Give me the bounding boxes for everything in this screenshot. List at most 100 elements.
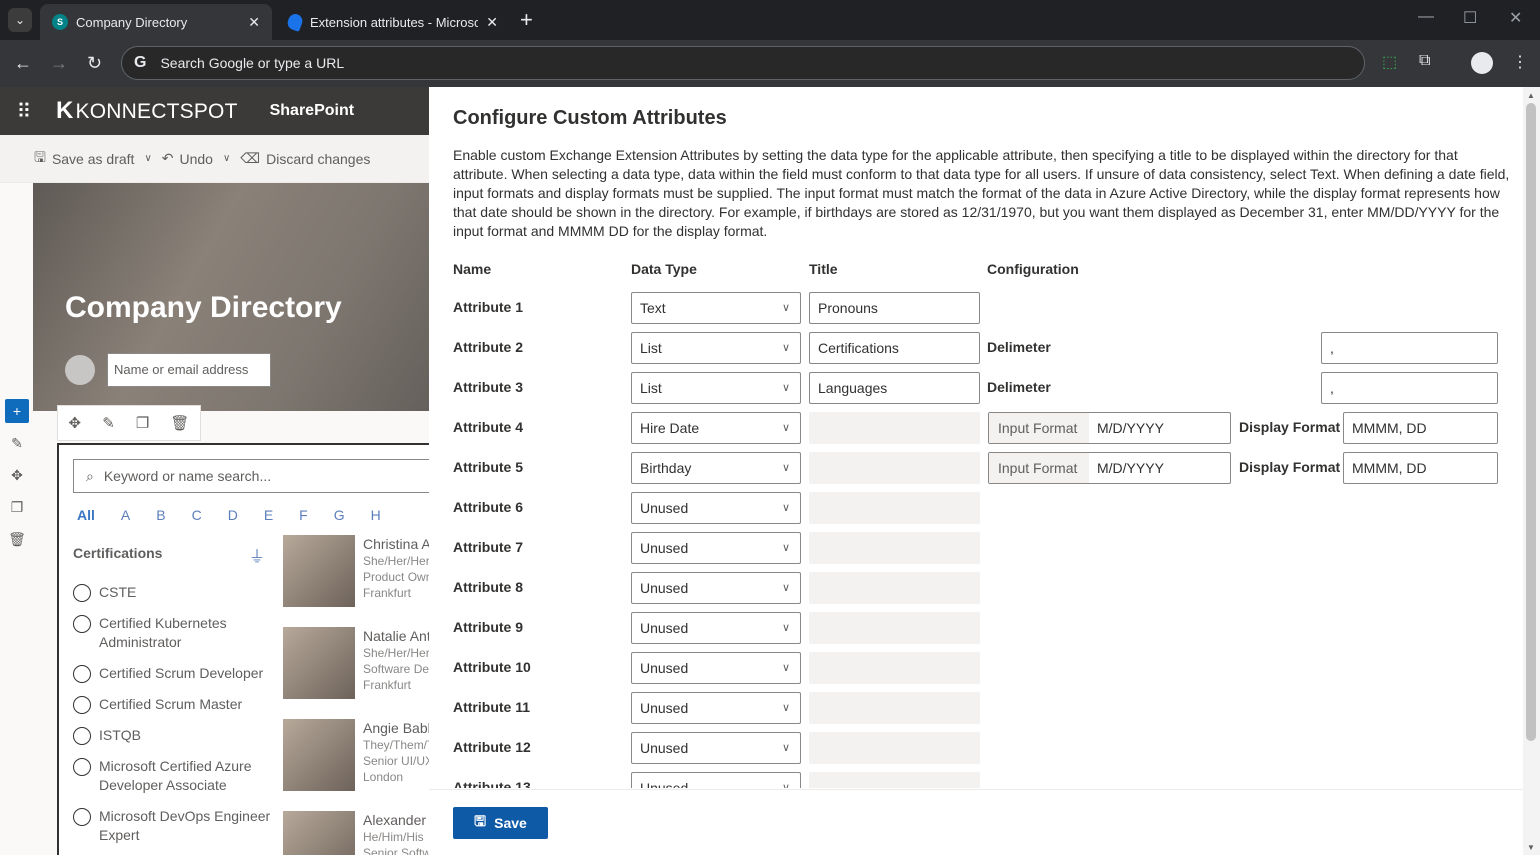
clear-filter-icon[interactable]: ⏚	[249, 543, 265, 567]
input-format-value[interactable]: M/D/YYYY	[1089, 453, 1230, 483]
discard-changes-button[interactable]: ⌫ Discard changes	[240, 150, 370, 167]
address-bar[interactable]: G Search Google or type a URL	[121, 46, 1365, 80]
person-card[interactable]: Alexander He/Him/His Senior Softw	[283, 811, 430, 855]
filter-option[interactable]: Microsoft Certified Azure Developer Asso…	[73, 757, 273, 795]
alpha-all[interactable]: All	[77, 507, 95, 523]
directory-search-input[interactable]: ⌕ Keyword or name search...	[73, 459, 430, 493]
tab-company-directory[interactable]: S Company Directory ✕	[40, 4, 272, 40]
data-type-dropdown[interactable]: Unused ∨	[631, 772, 801, 788]
maximize-icon[interactable]: ☐	[1463, 8, 1477, 28]
input-format-value[interactable]: M/D/YYYY	[1089, 413, 1230, 443]
alpha-letter[interactable]: H	[371, 507, 381, 523]
duplicate-icon[interactable]: ❐	[136, 414, 149, 432]
move-icon[interactable]: ✥	[69, 414, 82, 432]
reload-icon[interactable]: ↻	[87, 52, 102, 74]
delimiter-field[interactable]: ,	[1321, 332, 1498, 364]
add-section-icon[interactable]: +	[5, 399, 29, 423]
data-type-dropdown[interactable]: Unused ∨	[631, 492, 801, 524]
delete-icon[interactable]: 🗑	[170, 414, 189, 432]
forward-arrow-icon[interactable]: →	[50, 52, 68, 74]
person-card[interactable]: Natalie Ant She/Her/Her Software Dev Frankf…	[283, 627, 430, 699]
save-button[interactable]: 🖫 Save	[453, 807, 548, 839]
screen-capture-icon[interactable]: ⬚	[1382, 52, 1397, 72]
person-card[interactable]: Angie Babb They/Them/T Senior UI/UX London	[283, 719, 430, 791]
input-format-field[interactable]: Input Format M/D/YYYY	[988, 452, 1231, 484]
data-type-dropdown[interactable]: Unused ∨	[631, 532, 801, 564]
extensions-puzzle-icon[interactable]: ⧉	[1419, 52, 1430, 70]
radio-button[interactable]	[73, 727, 91, 745]
person-card[interactable]: Christina A She/Her/Her Product Own Frankfu…	[283, 535, 430, 607]
data-type-dropdown[interactable]: Unused ∨	[631, 612, 801, 644]
data-type-dropdown[interactable]: List ∨	[631, 332, 801, 364]
radio-button[interactable]	[73, 665, 91, 683]
title-field[interactable]: Languages	[809, 372, 980, 404]
delete-section-icon[interactable]: 🗑	[5, 527, 29, 551]
filter-option[interactable]: Microsoft DevOps Engineer Expert	[73, 807, 273, 845]
chevron-down-icon[interactable]: ∨	[223, 153, 230, 164]
alpha-letter[interactable]: D	[228, 507, 238, 523]
app-launcher-waffle-icon[interactable]: ⠿	[0, 99, 48, 124]
duplicate-section-icon[interactable]: ❐	[5, 495, 29, 519]
display-format-field[interactable]: MMMM, DD	[1343, 412, 1498, 444]
move-section-icon[interactable]: ✥	[5, 463, 29, 487]
chevron-down-icon[interactable]: ∨	[144, 153, 151, 164]
radio-button[interactable]	[73, 808, 91, 826]
app-name[interactable]: SharePoint	[270, 102, 354, 120]
undo-label: Undo	[179, 150, 213, 167]
profile-avatar-icon[interactable]	[1471, 52, 1493, 74]
data-type-dropdown[interactable]: Unused ∨	[631, 652, 801, 684]
alpha-letter[interactable]: C	[192, 507, 202, 523]
save-as-draft-button[interactable]: 🖫 Save as draft ∨	[34, 147, 152, 171]
minimize-icon[interactable]: —	[1418, 8, 1434, 26]
delimiter-field[interactable]: ,	[1321, 372, 1498, 404]
chevron-down-icon: ∨	[781, 702, 790, 714]
input-format-field[interactable]: Input Format M/D/YYYY	[988, 412, 1231, 444]
tab-search-chevron-icon[interactable]: ⌄	[8, 8, 32, 32]
tab-extension-attributes[interactable]: Extension attributes - Microsoft ✕	[276, 4, 510, 40]
filter-option[interactable]: Certified Scrum Developer	[73, 664, 273, 683]
undo-button[interactable]: ↶ Undo ∨	[162, 150, 231, 167]
attribute-row: Attribute 4 Hire Date ∨ Input Format M/D/Y…	[429, 412, 1523, 444]
title-field[interactable]: Pronouns	[809, 292, 980, 324]
new-tab-plus-icon[interactable]: +	[520, 8, 533, 32]
data-type-dropdown[interactable]: Text ∨	[631, 292, 801, 324]
filter-option[interactable]: CSTE	[73, 583, 273, 602]
hero-search-input[interactable]: Name or email address	[107, 353, 271, 387]
alpha-letter[interactable]: F	[299, 507, 308, 523]
kebab-menu-icon[interactable]: ⋮	[1512, 52, 1528, 72]
scroll-up-arrow-icon[interactable]: ▲	[1527, 91, 1535, 100]
scroll-down-arrow-icon[interactable]: ▼	[1527, 843, 1535, 852]
data-type-dropdown[interactable]: Hire Date ∨	[631, 412, 801, 444]
attribute-row: Attribute 11 Unused ∨	[429, 692, 1523, 724]
hero-banner: Company Directory Name or email address	[33, 183, 430, 411]
panel-scrollbar[interactable]: ▲ ▼	[1523, 87, 1540, 855]
alpha-letter[interactable]: A	[121, 507, 130, 523]
filter-option[interactable]: ISTQB	[73, 726, 273, 745]
data-type-dropdown[interactable]: Birthday ∨	[631, 452, 801, 484]
filter-option[interactable]: Certified Kubernetes Administrator	[73, 614, 273, 652]
alpha-letter[interactable]: B	[156, 507, 165, 523]
alpha-letter[interactable]: E	[264, 507, 273, 523]
attribute-rows: Attribute 1 Text ∨ Pronouns Attribute 2 L…	[429, 292, 1523, 788]
data-type-dropdown[interactable]: Unused ∨	[631, 692, 801, 724]
filter-option[interactable]: Certified Scrum Master	[73, 695, 273, 714]
title-field[interactable]: Certifications	[809, 332, 980, 364]
radio-button[interactable]	[73, 615, 91, 633]
display-format-field[interactable]: MMMM, DD	[1343, 452, 1498, 484]
data-type-dropdown[interactable]: List ∨	[631, 372, 801, 404]
radio-button[interactable]	[73, 758, 91, 776]
radio-button[interactable]	[73, 696, 91, 714]
back-arrow-icon[interactable]: ←	[14, 52, 32, 74]
attribute-name: Attribute 8	[453, 579, 523, 595]
edit-pencil-icon[interactable]: ✎	[102, 414, 115, 432]
close-window-icon[interactable]: ✕	[1509, 8, 1522, 28]
close-icon[interactable]: ✕	[248, 14, 260, 31]
close-icon[interactable]: ✕	[486, 14, 498, 31]
alpha-letter[interactable]: G	[334, 507, 345, 523]
scrollbar-thumb[interactable]	[1526, 103, 1536, 741]
radio-button[interactable]	[73, 584, 91, 602]
data-type-dropdown[interactable]: Unused ∨	[631, 572, 801, 604]
edit-section-icon[interactable]: ✎	[5, 431, 29, 455]
data-type-dropdown[interactable]: Unused ∨	[631, 732, 801, 764]
attribute-name: Attribute 3	[453, 379, 523, 395]
